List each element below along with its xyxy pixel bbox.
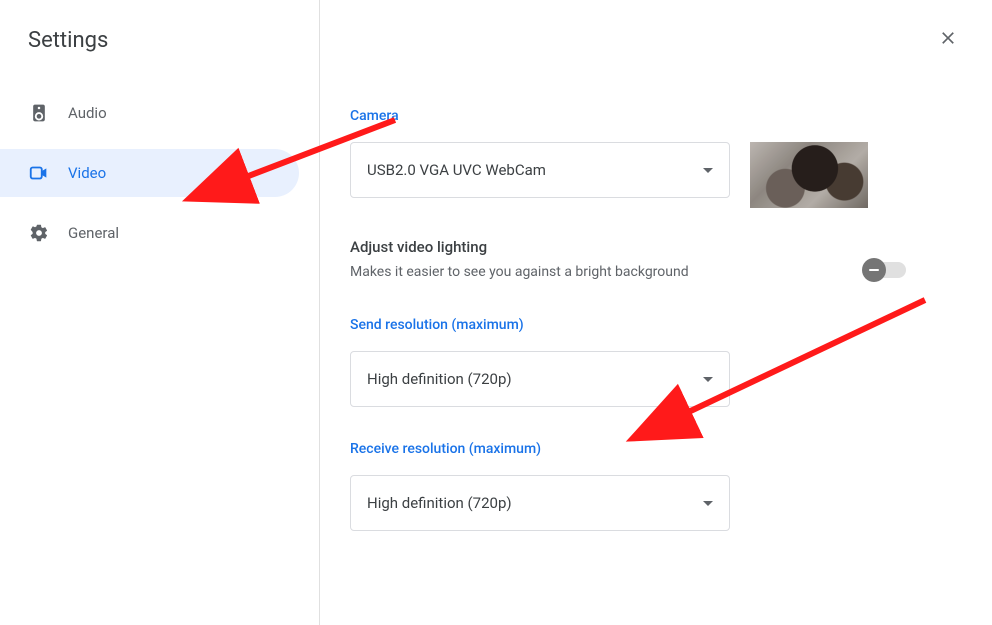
send-resolution-dropdown[interactable]: High definition (720p) <box>350 351 730 407</box>
chevron-down-icon <box>703 168 713 173</box>
lighting-description: Makes it easier to see you against a bri… <box>350 262 689 283</box>
send-resolution-value: High definition (720p) <box>367 370 512 388</box>
camera-dropdown[interactable]: USB2.0 VGA UVC WebCam <box>350 142 730 198</box>
sidebar-item-general[interactable]: General <box>0 209 299 257</box>
speaker-icon <box>28 102 50 124</box>
toggle-knob <box>862 258 886 282</box>
sidebar-item-label: Video <box>68 164 106 182</box>
receive-resolution-value: High definition (720p) <box>367 494 512 512</box>
sidebar: Settings Audio Video General <box>0 0 320 625</box>
page-title: Settings <box>0 28 319 53</box>
chevron-down-icon <box>703 377 713 382</box>
chevron-down-icon <box>703 501 713 506</box>
gear-icon <box>28 222 50 244</box>
receive-resolution-dropdown[interactable]: High definition (720p) <box>350 475 730 531</box>
close-icon <box>938 28 958 48</box>
camera-preview <box>750 142 868 208</box>
camera-selected-value: USB2.0 VGA UVC WebCam <box>367 161 546 179</box>
camera-label: Camera <box>350 108 962 124</box>
video-camera-icon <box>28 162 50 184</box>
lighting-toggle[interactable] <box>866 262 906 278</box>
send-resolution-label: Send resolution (maximum) <box>350 317 962 333</box>
sidebar-item-video[interactable]: Video <box>0 149 299 197</box>
sidebar-item-label: Audio <box>68 104 107 122</box>
sidebar-item-label: General <box>68 224 119 242</box>
close-button[interactable] <box>934 24 962 52</box>
main-panel: Camera USB2.0 VGA UVC WebCam Adjust vide… <box>320 0 992 625</box>
lighting-title: Adjust video lighting <box>350 238 689 256</box>
receive-resolution-label: Receive resolution (maximum) <box>350 441 962 457</box>
sidebar-item-audio[interactable]: Audio <box>0 89 299 137</box>
